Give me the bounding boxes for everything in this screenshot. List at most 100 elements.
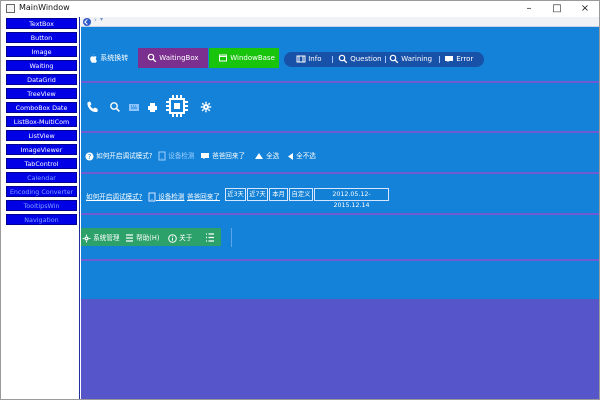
message-icon: [445, 56, 453, 62]
icon-row: [81, 83, 599, 133]
button-row-primary: 系统换转 WaitingBox WindowBase Info Question: [81, 27, 599, 83]
gear-icon[interactable]: [200, 101, 212, 113]
phone-icon[interactable]: [86, 100, 100, 114]
chip-icon[interactable]: [165, 94, 189, 118]
window-icon: [219, 54, 227, 62]
device-check-underlined-label: 设备检测: [158, 193, 185, 201]
sidebar-item-tabcontrol[interactable]: TabControl: [6, 158, 77, 169]
range-last-7-days[interactable]: 近7天: [247, 188, 268, 201]
help-link-underlined[interactable]: 如何开启调试模式?: [86, 191, 142, 201]
help-menu[interactable]: 帮助(H): [125, 232, 159, 242]
help-link[interactable]: ? 如何开启调试模式?: [85, 150, 152, 161]
navigation-bar: › ▾: [81, 16, 599, 27]
sidebar-item-button[interactable]: Button: [6, 32, 77, 43]
search-icon: [147, 53, 157, 63]
error-label: Error: [456, 55, 474, 63]
sidebar-item-listview[interactable]: ListView: [6, 130, 77, 141]
sidebar-item-navigation[interactable]: Navigation: [6, 214, 77, 225]
select-all-button[interactable]: 全选: [254, 150, 279, 160]
message-type-pill: Info Question Warining Error: [284, 52, 484, 67]
date-range-display[interactable]: 2012.05.12-2015.12.14: [314, 188, 389, 209]
dad-back-label: 爸爸回来了: [212, 152, 246, 160]
error-button[interactable]: Error: [444, 52, 473, 67]
pill-divider: [439, 56, 440, 63]
dropdown-arrow-icon[interactable]: ▾: [100, 16, 103, 23]
sidebar-item-imageviewer[interactable]: ImageViewer: [6, 144, 77, 155]
select-none-label: 全不选: [296, 152, 316, 160]
help-label: 如何开启调试模式?: [96, 152, 153, 160]
waitingbox-label: WaitingBox: [159, 54, 199, 62]
select-none-button[interactable]: 全不选: [287, 150, 316, 161]
waitingbox-button[interactable]: WaitingBox: [138, 48, 208, 68]
windowbase-label: WindowBase: [230, 54, 275, 62]
triangle-left-icon: [288, 152, 293, 160]
phone-device-icon: [148, 192, 156, 202]
question-label: Question: [350, 55, 382, 63]
info-icon: [168, 233, 177, 243]
sidebar-item-waiting[interactable]: Waiting: [6, 60, 77, 71]
forward-icon[interactable]: ›: [94, 16, 97, 24]
windowbase-button[interactable]: WindowBase: [209, 48, 279, 68]
sidebar-item-image[interactable]: Image: [6, 46, 77, 57]
maximize-icon[interactable]: □: [543, 1, 571, 17]
search-icon: [389, 54, 399, 64]
sidebar: TextBox Button Image Waiting DataGrid Tr…: [2, 17, 80, 399]
content-area: › ▾ 系统换转 WaitingBox WindowBase Info Ques…: [81, 16, 599, 399]
search-icon[interactable]: [109, 101, 121, 113]
film-icon: [296, 55, 306, 63]
back-button[interactable]: [83, 18, 91, 26]
triangle-up-icon: [255, 153, 263, 159]
system-manage-menu[interactable]: 系统管理: [82, 232, 119, 243]
empty-panel: [81, 261, 599, 299]
pill-divider: [385, 56, 386, 63]
range-last-3-days[interactable]: 近3天: [225, 188, 246, 201]
link-date-row: 如何开启调试模式? 设备检测 爸爸回来了 近3天 近7天 本月 自定义 2012…: [81, 174, 599, 215]
device-check-link-underlined[interactable]: 设备检测: [148, 191, 184, 202]
info-button[interactable]: Info: [296, 52, 321, 67]
keyboard-icon[interactable]: [128, 103, 140, 112]
sidebar-item-textbox[interactable]: TextBox: [6, 18, 77, 29]
system-switch-button[interactable]: 系统换转: [88, 48, 143, 68]
system-switch-label: 系统换转: [100, 54, 129, 62]
dad-back-link-underlined[interactable]: 爸爸回来了: [187, 191, 220, 201]
sidebar-item-encoding-converter[interactable]: Encoding Converter: [6, 186, 77, 197]
apple-icon: [90, 54, 97, 63]
app-icon: [6, 4, 15, 13]
sidebar-item-calendar[interactable]: Calendar: [6, 172, 77, 183]
device-check-link[interactable]: 设备检测: [158, 150, 194, 161]
about-label: 关于: [179, 234, 193, 242]
menu-divider: [231, 228, 232, 247]
sidebar-item-treeview[interactable]: TreeView: [6, 88, 77, 99]
main-window: MainWindow – □ × TextBox Button Image Wa…: [0, 0, 600, 400]
range-this-month[interactable]: 本月: [269, 188, 288, 201]
window-title: MainWindow: [19, 3, 70, 12]
warning-label: Warining: [401, 55, 433, 63]
menu-list-icon[interactable]: [205, 233, 215, 242]
close-icon[interactable]: ×: [571, 1, 599, 17]
question-icon: ?: [85, 152, 94, 161]
dad-back-link[interactable]: 爸爸回来了: [200, 150, 245, 160]
title-bar: MainWindow – □ ×: [1, 1, 599, 17]
range-custom[interactable]: 自定义: [289, 188, 313, 201]
menu-row: 系统管理 帮助(H) 关于: [81, 215, 599, 261]
warning-button[interactable]: Warining: [389, 52, 432, 67]
select-all-label: 全选: [266, 152, 280, 160]
system-manage-label: 系统管理: [93, 234, 120, 242]
text-action-row: ? 如何开启调试模式? 设备检测 爸爸回来了 全选 全不选: [81, 133, 599, 174]
list-icon: [126, 234, 133, 242]
pill-divider: [332, 56, 333, 63]
about-menu[interactable]: 关于: [168, 232, 192, 243]
sidebar-item-listbox-multicom[interactable]: ListBox-MultiCom: [6, 116, 77, 127]
info-label: Info: [308, 55, 322, 63]
svg-text:?: ?: [88, 153, 92, 161]
sidebar-item-datagrid[interactable]: DataGrid: [6, 74, 77, 85]
sidebar-item-tooltipswin[interactable]: TooltipsWin: [6, 200, 77, 211]
message-icon: [201, 153, 209, 159]
question-button[interactable]: Question: [338, 52, 382, 67]
help-menu-label: 帮助(H): [136, 234, 160, 242]
printer-icon[interactable]: [147, 102, 158, 113]
sidebar-item-combobox-date[interactable]: ComboBox Date: [6, 102, 77, 113]
minimize-icon[interactable]: –: [515, 1, 543, 17]
gear-icon: [82, 234, 91, 242]
search-icon: [338, 54, 348, 64]
